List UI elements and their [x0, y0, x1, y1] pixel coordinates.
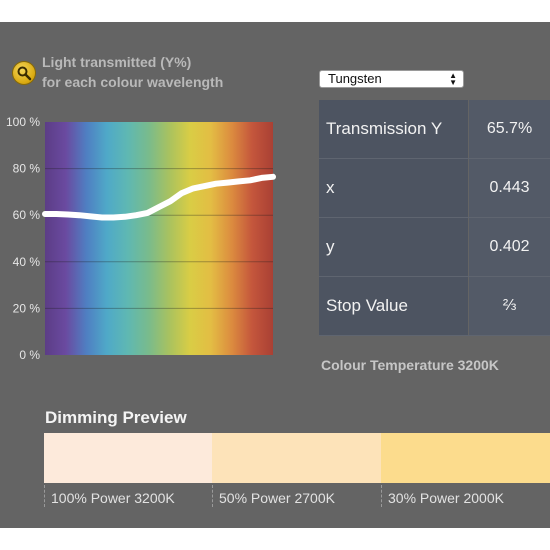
light-source-select[interactable]: Tungsten ▲ ▼ — [319, 70, 464, 88]
table-row: Transmission Y 65.7% — [319, 100, 550, 159]
magnifier-icon — [17, 66, 32, 81]
y-tick-label: 60 % — [13, 208, 41, 222]
light-source-value: Tungsten — [328, 71, 382, 86]
row-label: y — [319, 218, 468, 276]
dimming-swatch-30 — [381, 433, 550, 483]
row-label: Stop Value — [319, 277, 468, 335]
dimming-label-30: 30% Power 2000K — [381, 485, 550, 507]
y-tick-label: 40 % — [13, 255, 41, 269]
row-label: x — [319, 159, 468, 217]
dimming-label-50: 50% Power 2700K — [212, 485, 381, 507]
row-value: 0.443 — [469, 159, 550, 217]
y-tick-label: 80 % — [13, 162, 41, 176]
dimming-swatch-50 — [212, 433, 381, 483]
y-tick-label: 20 % — [13, 301, 41, 315]
colour-temperature: Colour Temperature 3200K — [321, 357, 499, 373]
y-tick-labels: 100 % 80 % 60 % 40 % 20 % 0 % — [6, 115, 40, 362]
zoom-button[interactable] — [13, 62, 35, 84]
chart-title: Light transmitted (Y%) for each colour w… — [42, 54, 224, 90]
dimming-title: Dimming Preview — [45, 408, 187, 427]
table-row: x 0.443 — [319, 159, 550, 218]
y-tick-label: 0 % — [19, 348, 40, 362]
spectrum-background — [45, 122, 273, 355]
readout-table: Transmission Y 65.7% x 0.443 y 0.402 Sto… — [319, 100, 550, 336]
transmission-chart: 100 % 80 % 60 % 40 % 20 % 0 % — [6, 115, 276, 362]
y-tick-label: 100 % — [6, 115, 40, 129]
row-value: 0.402 — [469, 218, 550, 276]
table-row: y 0.402 — [319, 218, 550, 277]
dimming-label-100: 100% Power 3200K — [44, 485, 212, 507]
row-value: 65.7% — [469, 100, 550, 158]
dimming-swatch-100 — [44, 433, 212, 483]
table-row: Stop Value ⅔ — [319, 277, 550, 336]
row-label: Transmission Y — [319, 100, 468, 158]
updown-arrows-icon: ▲ ▼ — [449, 71, 457, 87]
row-value: ⅔ — [469, 277, 550, 335]
